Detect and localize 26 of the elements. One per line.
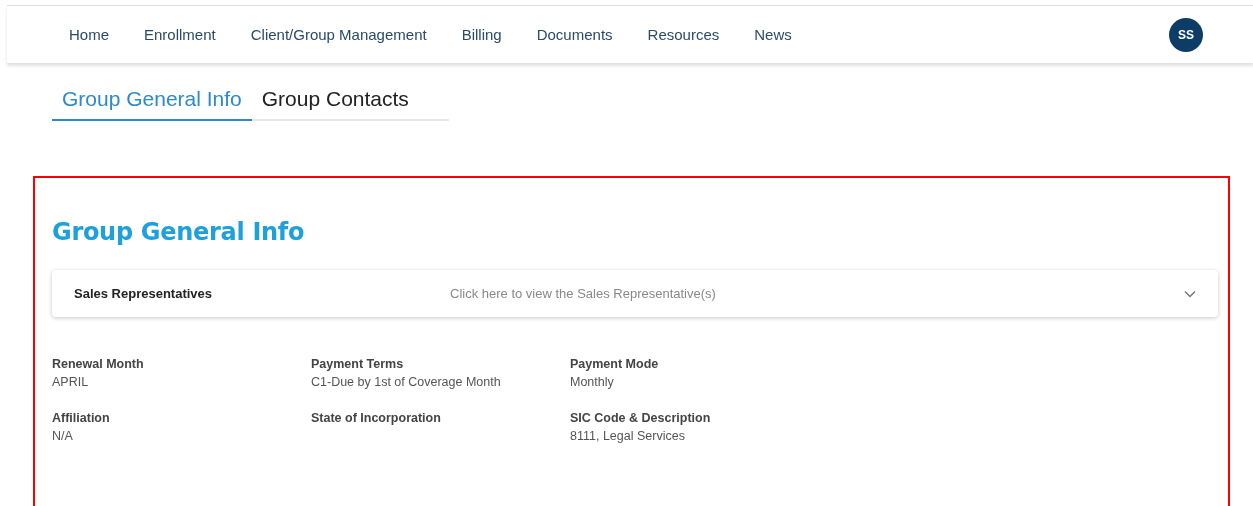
section-title: Group General Info (52, 218, 306, 246)
accordion-title: Sales Representatives (74, 286, 214, 301)
field-label: Payment Mode (570, 357, 660, 371)
user-avatar[interactable]: SS (1169, 17, 1203, 52)
accordion-header[interactable]: Sales Representatives Click here to view the Sales Representative(s) (52, 270, 1218, 317)
field-value: 8111, Legal Services (570, 429, 686, 443)
field-label: SIC Code & Description (570, 411, 712, 425)
field-value: C1-Due by 1st of Coverage Month (311, 375, 502, 389)
accordion-hint: Click here to view the Sales Representative(s) (450, 286, 717, 301)
field-label: Renewal Month (52, 357, 145, 371)
field-value: APRIL (52, 375, 90, 389)
nav-link[interactable]: Documents (536, 26, 613, 43)
chevron-icon (1184, 289, 1196, 298)
field-value: N/A (52, 429, 74, 443)
nav-link[interactable]: Enrollment (144, 26, 216, 43)
nav-link[interactable]: Client/Group Management (250, 26, 427, 43)
field-value: Monthly (570, 375, 615, 389)
nav-link[interactable]: Home (69, 26, 109, 43)
nav-link[interactable]: News (754, 26, 792, 43)
tab[interactable]: Group General Info (52, 83, 252, 121)
nav-link[interactable]: Resources (647, 26, 720, 43)
field-label: Payment Terms (311, 357, 405, 371)
nav-link[interactable]: Billing (461, 26, 502, 43)
tab[interactable]: Group Contacts (251, 83, 419, 121)
field-label: Affiliation (52, 411, 111, 425)
field-label: State of Incorporation (311, 411, 442, 425)
